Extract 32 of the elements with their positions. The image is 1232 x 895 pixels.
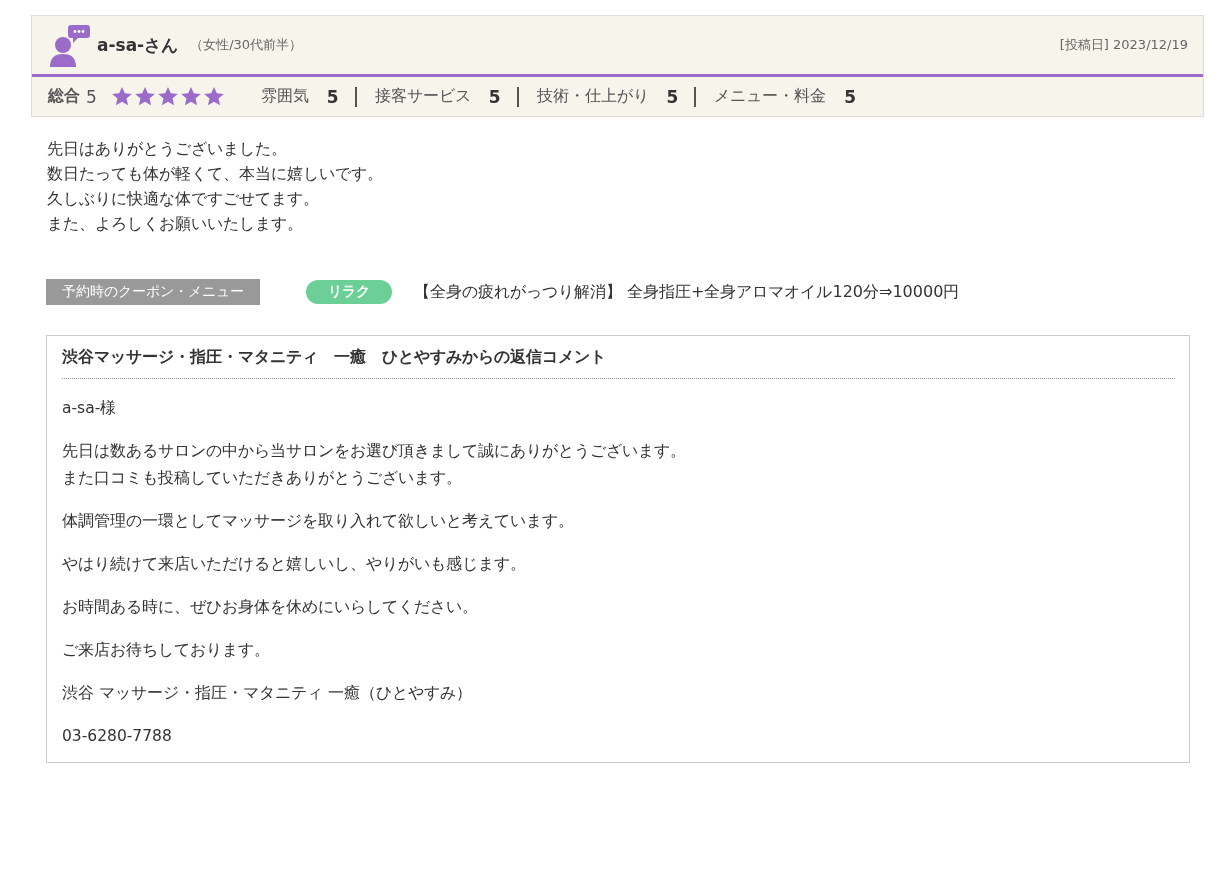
star-icon <box>133 86 156 107</box>
user-comment-icon <box>47 23 91 67</box>
reply-paragraph: 体調管理の一環としてマッサージを取り入れて欲しいと考えています。 <box>62 511 575 532</box>
rating-label: メニュー・料金 <box>714 86 827 107</box>
star-icon <box>179 86 202 107</box>
author-profile: （女性/30代前半） <box>190 36 303 54</box>
reply-paragraph: ご来店お待ちしております。 <box>62 640 271 661</box>
coupon-menu-text: 【全身の疲れがっつり解消】 全身指圧+全身アロマオイル120分⇒10000円 <box>414 281 960 303</box>
reply-paragraph: 渋谷 マッサージ・指圧・マタニティ 一癒（ひとやすみ） <box>62 683 473 704</box>
rating-score: 5 <box>844 86 857 107</box>
star-icon <box>156 86 179 107</box>
overall-label: 総合 <box>48 86 80 107</box>
coupon-label: 予約時のクーポン・メニュー <box>46 279 260 305</box>
rating-score: 5 <box>488 86 501 107</box>
star-icon <box>110 86 133 107</box>
reply-paragraph: お時間ある時に、ぜひお身体を休めにいらしてください。 <box>62 597 479 618</box>
category-tag: リラク <box>306 280 392 304</box>
posted-date: [投稿日] 2023/12/19 <box>1059 36 1188 54</box>
rating-label: 接客サービス <box>374 86 471 107</box>
rating-label: 雰囲気 <box>260 86 309 107</box>
star-icon <box>202 86 225 107</box>
rating-label: 技術・仕上がり <box>536 86 649 107</box>
rating-score: 5 <box>326 86 339 107</box>
reply-paragraph: 先日は数あるサロンの中から当サロンをお選び頂きまして誠にありがとうございます。 また口コミも投稿していただきありがとうございます。 <box>62 441 687 489</box>
overall-score: 5 <box>86 86 97 107</box>
author-name: a-sa-さん <box>97 33 179 57</box>
rating-score: 5 <box>666 86 679 107</box>
reply-paragraph: a-sa-様 <box>62 398 118 419</box>
reply-paragraph: やはり続けて来店いただけると嬉しいし、やりがいも感じます。 <box>62 554 527 575</box>
reply-title: 渋谷マッサージ・指圧・マタニティ 一癒 ひとやすみからの返信コメント <box>62 336 1175 379</box>
review-text: 先日はありがとうございました。 数日たっても体が軽くて、本当に嬉しいです。 久しぶりに快適な体ですごせてます。 また、よろしくお願いいたします。 <box>47 139 384 235</box>
reply-paragraph: 03-6280-7788 <box>62 726 173 747</box>
